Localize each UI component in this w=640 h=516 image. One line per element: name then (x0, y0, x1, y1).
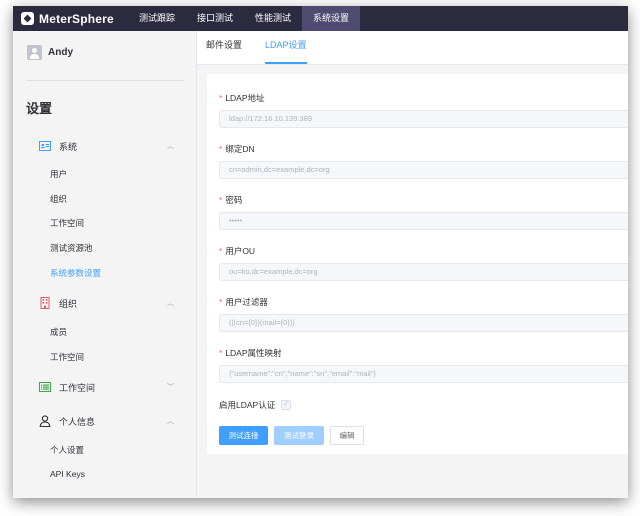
menu-group-system[interactable]: 系统 ︿ (39, 139, 174, 153)
sidebar-item-organizations[interactable]: 组织 (50, 193, 67, 205)
test-connection-button[interactable]: 测试连接 (219, 426, 268, 445)
sidebar-item-workspaces[interactable]: 工作空间 (50, 217, 84, 229)
ldap-url-input[interactable]: ldap://172.16.10.139:389 (219, 110, 628, 128)
sidebar-title: 设置 (26, 101, 53, 116)
nav-api-test[interactable]: 接口测试 (186, 6, 244, 31)
required-mark: * (219, 297, 223, 307)
brand-logo[interactable]: MeterSphere (21, 6, 114, 31)
top-nav-bar: MeterSphere 测试跟踪 接口测试 性能测试 系统设置 (13, 6, 628, 31)
field-label-user-filter: * 用户过滤器 (219, 297, 268, 307)
sidebar: Andy 设置 系统 ︿ 用户 组织 工作空间 测试资源池 系统参数设置 组织 … (13, 31, 197, 498)
building-icon (40, 297, 50, 309)
app-window: MeterSphere 测试跟踪 接口测试 性能测试 系统设置 Andy 设置 … (13, 6, 628, 498)
required-mark: * (219, 93, 223, 103)
chevron-up-icon: ︿ (167, 418, 174, 425)
avatar (27, 45, 42, 60)
nav-performance-test[interactable]: 性能测试 (244, 6, 302, 31)
sidebar-item-system-params[interactable]: 系统参数设置 (50, 267, 101, 279)
sidebar-item-members[interactable]: 成员 (50, 326, 67, 338)
password-input[interactable]: ••••• (219, 212, 628, 230)
user-name: Andy (48, 47, 73, 58)
sidebar-item-test-resource-pool[interactable]: 测试资源池 (50, 242, 93, 254)
sidebar-item-personal-settings[interactable]: 个人设置 (50, 444, 84, 456)
sidebar-item-org-workspaces[interactable]: 工作空间 (50, 351, 84, 363)
chevron-up-icon: ︿ (167, 300, 174, 307)
enable-ldap-row: 启用LDAP认证 ✓ (219, 399, 292, 411)
menu-group-workspace[interactable]: 工作空间 ﹀ (39, 380, 174, 394)
field-label-user-ou: * 用户OU (219, 246, 256, 256)
menu-group-label: 工作空间 (59, 382, 96, 393)
top-nav: 测试跟踪 接口测试 性能测试 系统设置 (128, 6, 361, 31)
sidebar-item-users[interactable]: 用户 (50, 168, 67, 180)
ldap-form-card: * LDAP地址 ldap://172.16.10.139:389 * 绑定DN c… (207, 74, 628, 454)
menu-group-label: 个人信息 (59, 416, 96, 427)
sidebar-divider (26, 80, 184, 81)
id-card-icon (39, 141, 51, 151)
menu-group-personal-info[interactable]: 个人信息 ︿ (39, 414, 174, 428)
menu-group-organization[interactable]: 组织 ︿ (39, 296, 174, 310)
required-mark: * (219, 144, 223, 154)
nav-test-track[interactable]: 测试跟踪 (128, 6, 186, 31)
tab-ldap-settings[interactable]: LDAP设置 (265, 31, 307, 64)
user-info: Andy (27, 45, 73, 60)
nav-system-settings[interactable]: 系统设置 (302, 6, 361, 31)
metersphere-logo-icon (21, 12, 34, 25)
field-label-attr-mapping: * LDAP属性映射 (219, 348, 282, 358)
test-login-button[interactable]: 测试登录 (274, 426, 324, 445)
person-icon (39, 415, 51, 427)
checkmark-icon: ✓ (283, 401, 290, 408)
enable-ldap-checkbox[interactable]: ✓ (281, 400, 292, 410)
field-label-password: * 密码 (219, 195, 243, 205)
sidebar-item-api-keys[interactable]: API Keys (50, 469, 85, 479)
edit-button[interactable]: 编辑 (330, 426, 364, 445)
chevron-up-icon: ︿ (167, 143, 174, 150)
user-ou-input[interactable]: ou=ko,dc=example,dc=org (219, 263, 628, 281)
enable-ldap-label: 启用LDAP认证 (219, 400, 276, 410)
required-mark: * (219, 348, 223, 358)
field-label-ldap-url: * LDAP地址 (219, 93, 265, 103)
bind-dn-input[interactable]: cn=admin,dc=example,dc=org (219, 161, 628, 179)
user-filter-input[interactable]: (|(cn={0})(mail={0})) (219, 314, 628, 332)
attr-mapping-input[interactable]: {"username":"cn","name":"sn","email":"ma… (219, 365, 628, 383)
required-mark: * (219, 246, 223, 256)
tab-mail-settings[interactable]: 邮件设置 (206, 31, 242, 64)
menu-group-label: 组织 (59, 298, 78, 309)
brand-name: MeterSphere (39, 11, 114, 26)
main-content: 邮件设置 LDAP设置 * LDAP地址 ldap://172.16.10.139… (197, 31, 628, 498)
list-icon (39, 382, 51, 392)
chevron-down-icon: ﹀ (167, 384, 174, 391)
field-label-bind-dn: * 绑定DN (219, 144, 255, 154)
menu-group-label: 系统 (59, 141, 78, 152)
required-mark: * (219, 195, 223, 205)
settings-tabs: 邮件设置 LDAP设置 (197, 31, 628, 65)
